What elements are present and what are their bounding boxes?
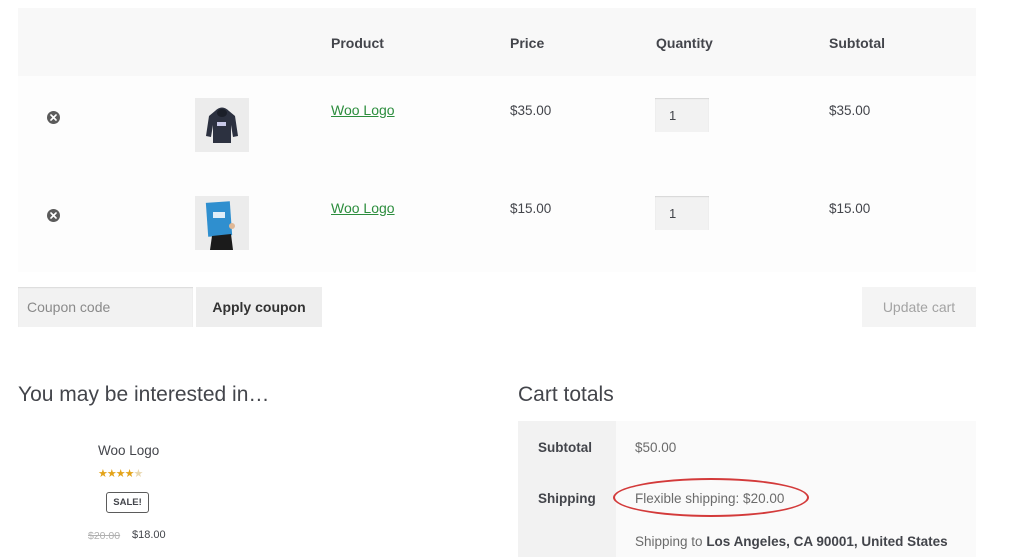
cart-table-header: Product Price Quantity Subtotal [18, 8, 976, 76]
column-header-product: Product [331, 35, 384, 51]
cart-table: Product Price Quantity Subtotal Woo Logo… [18, 8, 976, 272]
subtotal-value: $50.00 [635, 440, 677, 455]
shipping-destination: Shipping to Los Angeles, CA 90001, Unite… [635, 534, 948, 549]
item-subtotal: $35.00 [829, 103, 871, 118]
sale-price: $18.00 [132, 529, 166, 541]
totals-label-cell: Subtotal [518, 421, 616, 473]
remove-item-icon[interactable] [47, 111, 60, 124]
star-rating: ★★★★★ [98, 468, 144, 480]
star-filled-icon: ★ [106, 468, 117, 480]
apply-coupon-button[interactable]: Apply coupon [196, 287, 322, 327]
item-price: $15.00 [510, 201, 552, 216]
subtotal-label: Subtotal [538, 440, 592, 455]
coupon-code-input[interactable] [18, 287, 193, 327]
quantity-input[interactable] [655, 196, 709, 230]
shipping-label: Shipping [538, 491, 596, 506]
item-subtotal: $15.00 [829, 201, 871, 216]
item-price: $35.00 [510, 103, 552, 118]
column-header-price: Price [510, 35, 545, 51]
recommendations-title: You may be interested in… [18, 383, 270, 406]
shipping-destination-location: Los Angeles, CA 90001, United States [706, 534, 948, 549]
original-price: $20.00 [88, 530, 121, 542]
quantity-input[interactable] [655, 98, 709, 132]
product-link[interactable]: Woo Logo [331, 200, 395, 216]
column-header-quantity: Quantity [656, 35, 713, 51]
star-filled-icon: ★ [115, 468, 126, 480]
product-link[interactable]: Woo Logo [331, 102, 395, 118]
shipping-destination-prefix: Shipping to [635, 534, 707, 549]
totals-label-cell: Shipping [518, 473, 616, 557]
highlight-ellipse [613, 478, 809, 517]
cart-totals-title: Cart totals [518, 383, 614, 406]
cart-row: Woo Logo $15.00 $15.00 [18, 174, 976, 272]
cart-row: Woo Logo $35.00 $35.00 [18, 76, 976, 174]
sale-badge: Sale! [106, 492, 149, 513]
recommended-product-title[interactable]: Woo Logo [98, 443, 159, 458]
update-cart-button[interactable]: Update cart [862, 287, 976, 327]
totals-value-cell: $50.00 [616, 421, 976, 473]
product-thumbnail-poster[interactable] [195, 196, 249, 250]
star-filled-icon: ★ [98, 468, 108, 480]
star-empty-icon: ★ [133, 468, 144, 480]
product-thumbnail-hoodie[interactable] [195, 98, 249, 152]
star-filled-icon: ★ [124, 468, 135, 480]
column-header-subtotal: Subtotal [829, 35, 885, 51]
remove-item-icon[interactable] [47, 209, 60, 222]
